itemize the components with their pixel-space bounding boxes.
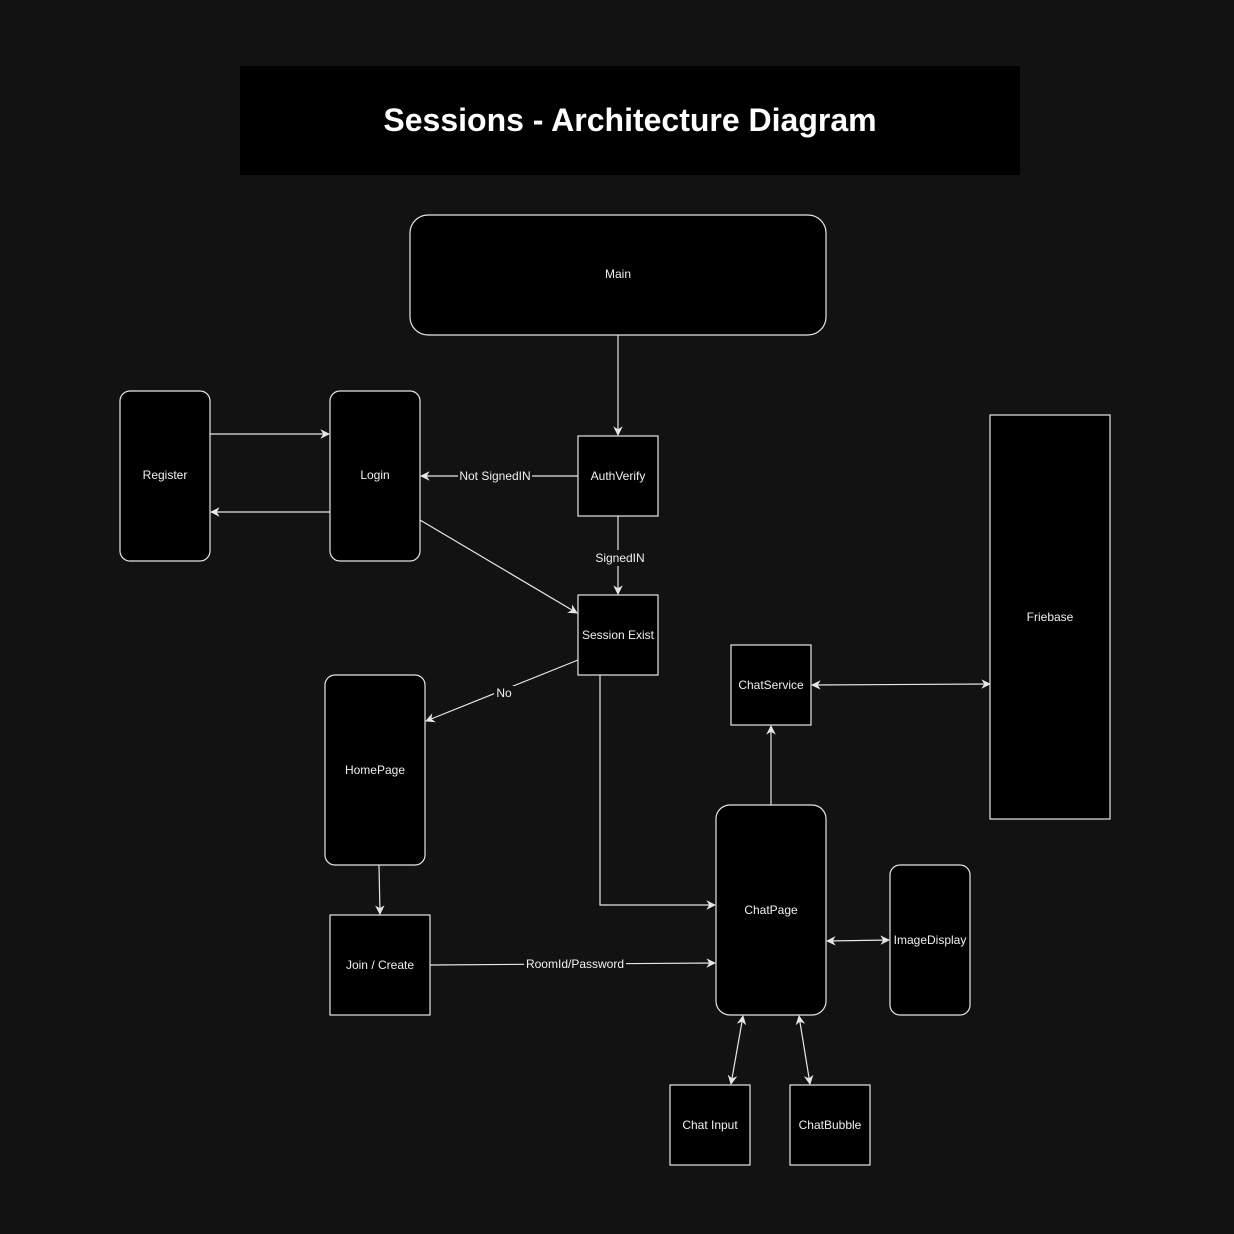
- svg-text:Register: Register: [143, 468, 188, 482]
- svg-text:SignedIN: SignedIN: [595, 551, 644, 565]
- node-homepage: HomePage: [324, 674, 426, 866]
- node-chatbubble: ChatBubble: [789, 1084, 871, 1166]
- svg-text:RoomId/Password: RoomId/Password: [526, 957, 624, 971]
- node-imagedisplay: ImageDisplay: [889, 864, 971, 1016]
- svg-text:HomePage: HomePage: [345, 763, 405, 777]
- edge-login-to-session: [419, 519, 578, 614]
- node-chat-input: Chat Input: [669, 1084, 751, 1166]
- svg-text:Join / Create: Join / Create: [346, 958, 414, 972]
- diagram-canvas: Not SignedIN SignedIN No RoomId/Password…: [119, 214, 1111, 1166]
- svg-text:Chat Input: Chat Input: [682, 1118, 738, 1132]
- node-chatpage: ChatPage: [715, 804, 827, 1016]
- svg-text:Session Exist: Session Exist: [582, 628, 655, 642]
- edge-session-to-chatpage: [599, 675, 716, 910]
- node-authverify: AuthVerify: [577, 435, 659, 517]
- svg-text:ChatBubble: ChatBubble: [799, 1118, 862, 1132]
- label-not-signed-in: Not SignedIN: [458, 468, 532, 484]
- label-no: No: [494, 686, 514, 701]
- node-register: Register: [119, 390, 211, 562]
- edge-chatservice-friebase: [811, 679, 991, 690]
- svg-text:Friebase: Friebase: [1027, 610, 1074, 624]
- label-signed-in: SignedIN: [594, 550, 646, 566]
- edge-chatpage-chatbubble: [795, 1015, 814, 1085]
- node-login: Login: [329, 390, 421, 562]
- node-chatservice: ChatService: [730, 644, 812, 726]
- svg-text:No: No: [496, 686, 512, 700]
- svg-text:ChatPage: ChatPage: [744, 903, 798, 917]
- edge-chatpage-imagedisplay: [826, 935, 890, 946]
- label-room-password: RoomId/Password: [524, 956, 626, 972]
- svg-text:Login: Login: [360, 468, 389, 482]
- node-join-create: Join / Create: [329, 914, 431, 1016]
- svg-text:AuthVerify: AuthVerify: [591, 469, 646, 483]
- edge-chatpage-chatinput: [727, 1015, 747, 1085]
- svg-text:Not SignedIN: Not SignedIN: [459, 469, 530, 483]
- svg-text:ChatService: ChatService: [738, 678, 804, 692]
- edge-homepage-to-join: [375, 864, 385, 915]
- node-main: Main: [409, 214, 827, 336]
- node-session-exist: Session Exist: [577, 594, 659, 676]
- svg-text:ImageDisplay: ImageDisplay: [894, 933, 967, 947]
- node-friebase: Friebase: [989, 414, 1111, 820]
- svg-text:Main: Main: [605, 267, 631, 281]
